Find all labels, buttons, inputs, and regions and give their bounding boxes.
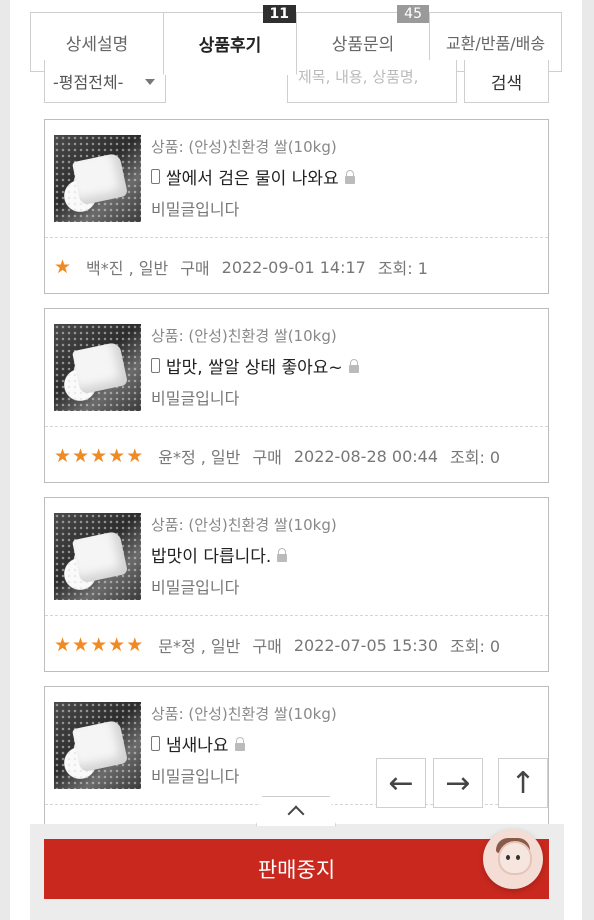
search-placeholder: 제목, 내용, 상품명, — [298, 68, 419, 86]
caret-down-icon — [145, 79, 155, 85]
qna-count-badge: 45 — [397, 5, 429, 23]
review-product-name: 상품: (안성)친환경 쌀(10kg) — [151, 516, 337, 534]
review-title[interactable]: 밥맛이 다릅니다. — [151, 542, 288, 567]
review-date: 2022-07-05 15:30 — [293, 635, 439, 655]
review-count-badge: 11 — [262, 5, 296, 23]
search-button-label: 검색 — [490, 73, 523, 94]
arrow-up-icon: ↑ — [510, 765, 536, 801]
mobile-icon — [151, 169, 160, 184]
next-arrow-button[interactable]: → — [433, 758, 483, 808]
review-item[interactable]: 상품: (안성)친환경 쌀(10kg) 밥맛이 다릅니다. 비밀글입니다 ★ ★ ★… — [44, 497, 549, 672]
review-title[interactable]: 밥맛, 쌀알 상태 좋아요~ — [151, 353, 359, 378]
rating-filter-value: -평점전체- — [53, 73, 124, 92]
star-icon: ★ — [54, 633, 72, 656]
secret-post-notice: 비밀글입니다 — [151, 389, 240, 408]
star-icon: ★ — [54, 444, 72, 467]
star-icon: ★ — [108, 633, 126, 656]
secret-post-notice: 비밀글입니다 — [151, 767, 240, 786]
review-item[interactable]: 상품: (안성)친환경 쌀(10kg) 쌀에서 검은 물이 나와요 비밀글입니다… — [44, 119, 549, 294]
review-type: 구매 — [252, 448, 282, 467]
review-views: 조회: 0 — [450, 637, 501, 656]
review-title-text: 냄새나요 — [166, 736, 229, 756]
divider — [45, 426, 548, 427]
lock-icon — [277, 547, 288, 562]
review-title-text: 밥맛이 다릅니다. — [151, 547, 272, 567]
lock-icon — [234, 736, 245, 751]
search-button[interactable]: 검색 — [464, 60, 549, 103]
prev-arrow-button[interactable]: ← — [376, 758, 426, 808]
review-product-name: 상품: (안성)친환경 쌀(10kg) — [151, 705, 337, 723]
review-views: 조회: 0 — [450, 448, 501, 467]
divider — [45, 237, 548, 238]
rating-stars: ★ ★ ★ ★ ★ — [54, 633, 144, 656]
review-views: 조회: 1 — [377, 259, 428, 278]
star-icon: ★ — [90, 444, 108, 467]
sale-stopped-button[interactable]: 판매중지 — [44, 839, 549, 899]
chatbot-button[interactable] — [483, 829, 543, 889]
review-author: 백*진 , 일반 — [86, 259, 169, 278]
product-thumbnail — [54, 702, 141, 789]
review-date: 2022-08-28 00:44 — [293, 446, 439, 466]
rating-filter-select[interactable]: -평점전체- — [44, 60, 166, 103]
tab-label: 상세설명 — [65, 34, 129, 55]
star-icon: ★ — [54, 255, 72, 278]
tab-label: 교환/반품/배송 — [445, 34, 546, 53]
review-type: 구매 — [252, 637, 282, 656]
sale-stopped-label: 판매중지 — [257, 858, 336, 882]
rating-stars: ★ — [54, 255, 72, 278]
review-item[interactable]: 상품: (안성)친환경 쌀(10kg) 밥맛, 쌀알 상태 좋아요~ 비밀글입니… — [44, 308, 549, 483]
scroll-top-button[interactable]: ↑ — [498, 758, 548, 808]
review-meta: ★ ★ ★ ★ ★ 윤*정 , 일반 구매 2022-08-28 00:44 조회: 0 — [54, 444, 500, 468]
review-product-name: 상품: (안성)친환경 쌀(10kg) — [151, 138, 337, 156]
tab-reviews[interactable]: 상품후기 11 — [163, 5, 297, 75]
star-icon: ★ — [72, 444, 90, 467]
secret-post-notice: 비밀글입니다 — [151, 578, 240, 597]
rating-stars: ★ ★ ★ ★ ★ — [54, 444, 144, 467]
mobile-icon — [151, 358, 160, 373]
star-icon: ★ — [126, 633, 144, 656]
mobile-icon — [151, 736, 160, 751]
product-thumbnail — [54, 135, 141, 222]
review-meta: ★ 백*진 , 일반 구매 2022-09-01 14:17 조회: 1 — [54, 255, 428, 279]
secret-post-notice: 비밀글입니다 — [151, 200, 240, 219]
chevron-up-icon — [287, 805, 305, 823]
review-author: 윤*정 , 일반 — [158, 448, 241, 467]
lock-icon — [344, 169, 355, 184]
review-date: 2022-09-01 14:17 — [221, 257, 366, 277]
review-title[interactable]: 냄새나요 — [151, 731, 245, 756]
lock-icon — [348, 358, 359, 373]
review-author: 문*정 , 일반 — [158, 637, 241, 656]
product-thumbnail — [54, 513, 141, 600]
tab-label: 상품후기 — [198, 36, 262, 56]
arrow-right-icon: → — [445, 765, 471, 801]
review-product-name: 상품: (안성)친환경 쌀(10kg) — [151, 327, 337, 345]
review-title-text: 쌀에서 검은 물이 나와요 — [166, 169, 339, 189]
divider — [45, 615, 548, 616]
review-meta: ★ ★ ★ ★ ★ 문*정 , 일반 구매 2022-07-05 15:30 조회: 0 — [54, 633, 500, 657]
collapse-toggle-button[interactable] — [256, 796, 336, 826]
product-thumbnail — [54, 324, 141, 411]
tab-label: 상품문의 — [331, 34, 395, 55]
star-icon: ★ — [90, 633, 108, 656]
search-input[interactable]: 제목, 내용, 상품명, — [287, 60, 457, 103]
review-title[interactable]: 쌀에서 검은 물이 나와요 — [151, 164, 355, 189]
star-icon: ★ — [108, 444, 126, 467]
review-title-text: 밥맛, 쌀알 상태 좋아요~ — [166, 358, 343, 378]
arrow-left-icon: ← — [388, 765, 414, 801]
star-icon: ★ — [72, 633, 90, 656]
review-type: 구매 — [180, 259, 210, 278]
star-icon: ★ — [126, 444, 144, 467]
